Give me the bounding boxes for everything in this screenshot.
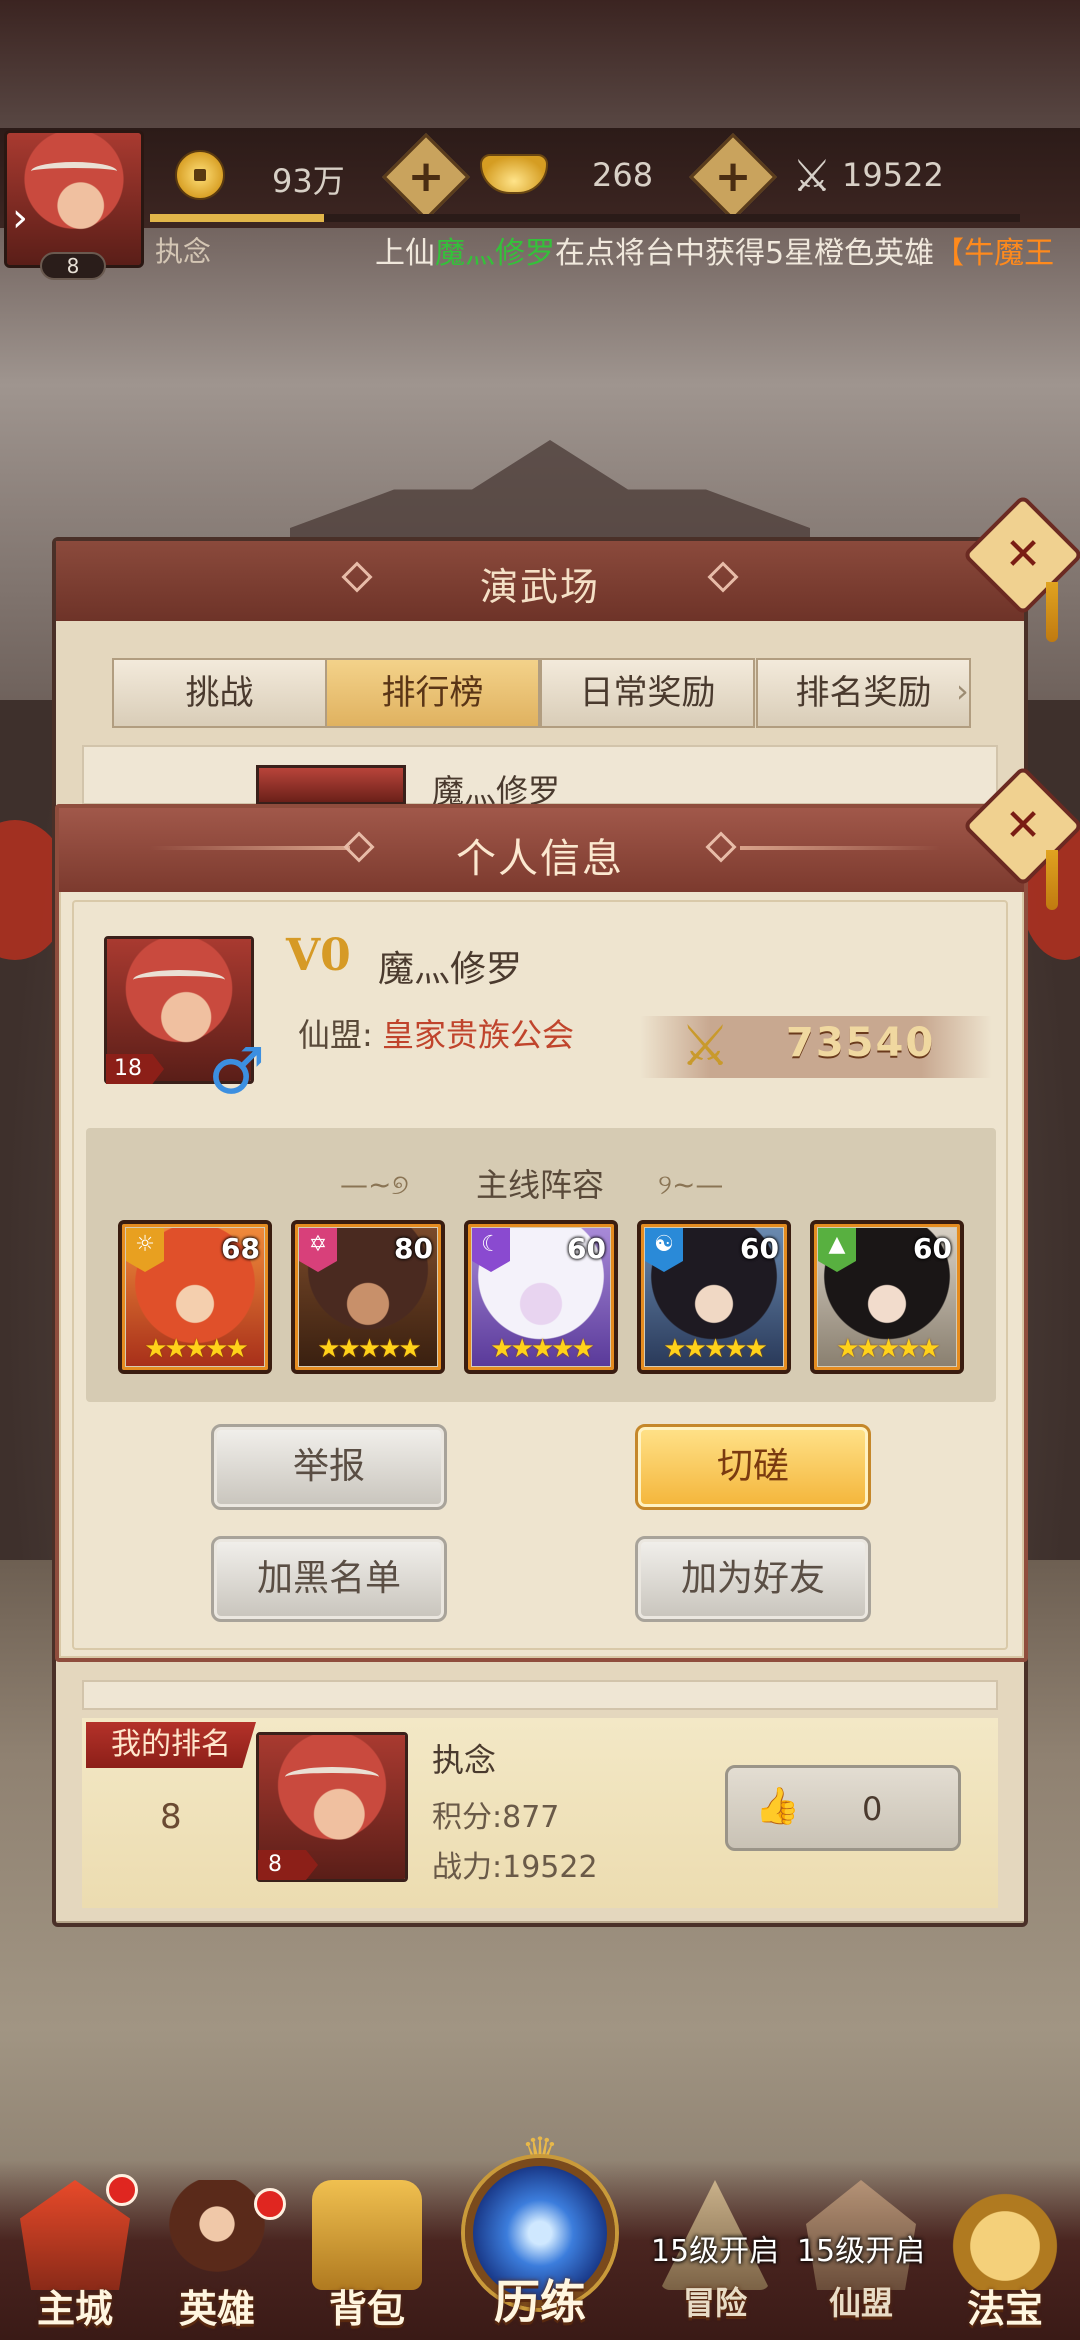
add-friend-button[interactable]: 加为好友: [635, 1536, 871, 1622]
xp-progress-bar: [150, 214, 1020, 222]
notification-dot: [106, 2174, 138, 2206]
tassel-decoration: [1046, 850, 1058, 910]
nav-label: 冒险: [682, 2284, 747, 2322]
hero-stars: ★★★★★: [663, 1334, 768, 1364]
announcement-marquee: 上仙魔灬修罗在点将台中获得5星橙色英雄【牛魔王: [375, 228, 1075, 268]
hero-level: 80: [394, 1232, 433, 1265]
player-level-badge: 8: [40, 252, 106, 280]
nav-training[interactable]: ♛ 历练: [445, 2128, 635, 2340]
hero-card[interactable]: ☾ 60 ★★★★★: [464, 1220, 618, 1374]
plus-icon: +: [714, 151, 752, 202]
nav-main-city[interactable]: 主城: [0, 2170, 150, 2340]
target-power: 73540: [786, 1020, 936, 1066]
nav-adventure[interactable]: 15级开启 冒险: [640, 2170, 790, 2340]
bag-icon: [312, 2180, 422, 2290]
lineup-title: 主线阵容: [475, 1166, 604, 1204]
target-name: 魔灬修罗: [378, 949, 523, 990]
avatar: [256, 765, 406, 805]
nav-label: 英雄: [178, 2287, 255, 2331]
tab-daily-reward[interactable]: 日常奖励: [540, 658, 755, 728]
hero-level: 60: [913, 1232, 952, 1265]
like-count: 0: [862, 1790, 883, 1828]
my-name: 执念: [432, 1741, 497, 1779]
nav-label: 历练: [494, 2275, 586, 2329]
vip-badge: V0: [286, 930, 351, 981]
coin-icon: [175, 150, 225, 200]
male-gender-icon: ♂: [208, 1035, 266, 1109]
my-rank-label: 我的排名: [86, 1722, 256, 1768]
hero-card[interactable]: ✡ 80 ★★★★★: [291, 1220, 445, 1374]
arena-title: 演武场: [479, 565, 600, 609]
nav-hero[interactable]: 英雄: [142, 2170, 292, 2340]
nav-label: 法宝: [966, 2287, 1043, 2331]
player-name: 执念: [155, 235, 212, 268]
nav-label: 主城: [36, 2287, 113, 2331]
marquee-hero-open: 【: [934, 236, 965, 268]
tab-challenge[interactable]: 挑战: [112, 658, 327, 728]
my-rank-value: 8: [160, 1797, 182, 1837]
crossed-swords-icon: ⚔: [680, 1014, 731, 1079]
ingots-value: 268: [592, 156, 654, 194]
xp-progress-fill: [150, 214, 324, 222]
hero-level: 60: [567, 1232, 606, 1265]
my-power: 战力:19522: [432, 1850, 598, 1885]
crossed-swords-icon: ⚔: [792, 151, 832, 202]
blacklist-button[interactable]: 加黑名单: [211, 1536, 447, 1622]
marquee-hero: 牛魔王: [964, 236, 1055, 268]
marquee-middle: 在点将台中获得5星橙色英雄: [555, 236, 935, 268]
my-score: 积分:877: [432, 1800, 560, 1835]
nav-label: 仙盟: [828, 2284, 893, 2322]
hero-level: 60: [740, 1232, 779, 1265]
swirl-ornament-icon: ୨~—: [658, 1168, 724, 1201]
marquee-user: 魔灬修罗: [435, 236, 555, 268]
report-button[interactable]: 举报: [211, 1424, 447, 1510]
guild-name: 皇家贵族公会: [382, 1016, 575, 1054]
nav-treasure[interactable]: 法宝: [930, 2170, 1080, 2340]
hero-stars: ★★★★★: [144, 1334, 249, 1364]
guild-label: 仙盟:: [298, 1016, 373, 1054]
hero-stars: ★★★★★: [836, 1334, 941, 1364]
nav-lock-text: 15级开启: [796, 2234, 926, 2269]
nav-label: 背包: [328, 2287, 405, 2331]
tab-leaderboard[interactable]: 排行榜: [325, 658, 540, 728]
hero-card[interactable]: ☯ 60 ★★★★★: [637, 1220, 791, 1374]
hero-level: 68: [221, 1232, 260, 1265]
hero-card[interactable]: ▲ 60 ★★★★★: [810, 1220, 964, 1374]
my-level-badge: 8: [258, 1850, 318, 1880]
treasure-icon: [950, 2180, 1060, 2290]
hero-stars: ★★★★★: [317, 1334, 422, 1364]
duel-button[interactable]: 切磋: [635, 1424, 871, 1510]
coins-value: 93万: [272, 162, 345, 200]
tab-rank-reward[interactable]: 排名奖励: [756, 658, 971, 728]
chevron-right-icon[interactable]: ›: [12, 198, 28, 238]
hero-stars: ★★★★★: [490, 1334, 595, 1364]
marquee-prefix: 上仙: [375, 236, 435, 268]
leaderboard-row[interactable]: [82, 1680, 998, 1710]
hero-card[interactable]: ☼ 68 ★★★★★: [118, 1220, 272, 1374]
target-level-badge: 18: [106, 1054, 164, 1084]
nav-bag[interactable]: 背包: [292, 2170, 442, 2340]
power-value: 19522: [842, 156, 944, 194]
nav-guild[interactable]: 15级开启 仙盟: [786, 2170, 936, 2340]
plus-icon: +: [407, 151, 445, 202]
notification-dot: [254, 2188, 286, 2220]
tab-scroll-right-icon[interactable]: ›: [956, 672, 969, 710]
tassel-decoration: [1046, 582, 1058, 642]
thumbs-up-icon: 👍: [755, 1786, 800, 1827]
dialog-title: 个人信息: [456, 836, 624, 882]
nav-lock-text: 15级开启: [650, 2234, 780, 2269]
